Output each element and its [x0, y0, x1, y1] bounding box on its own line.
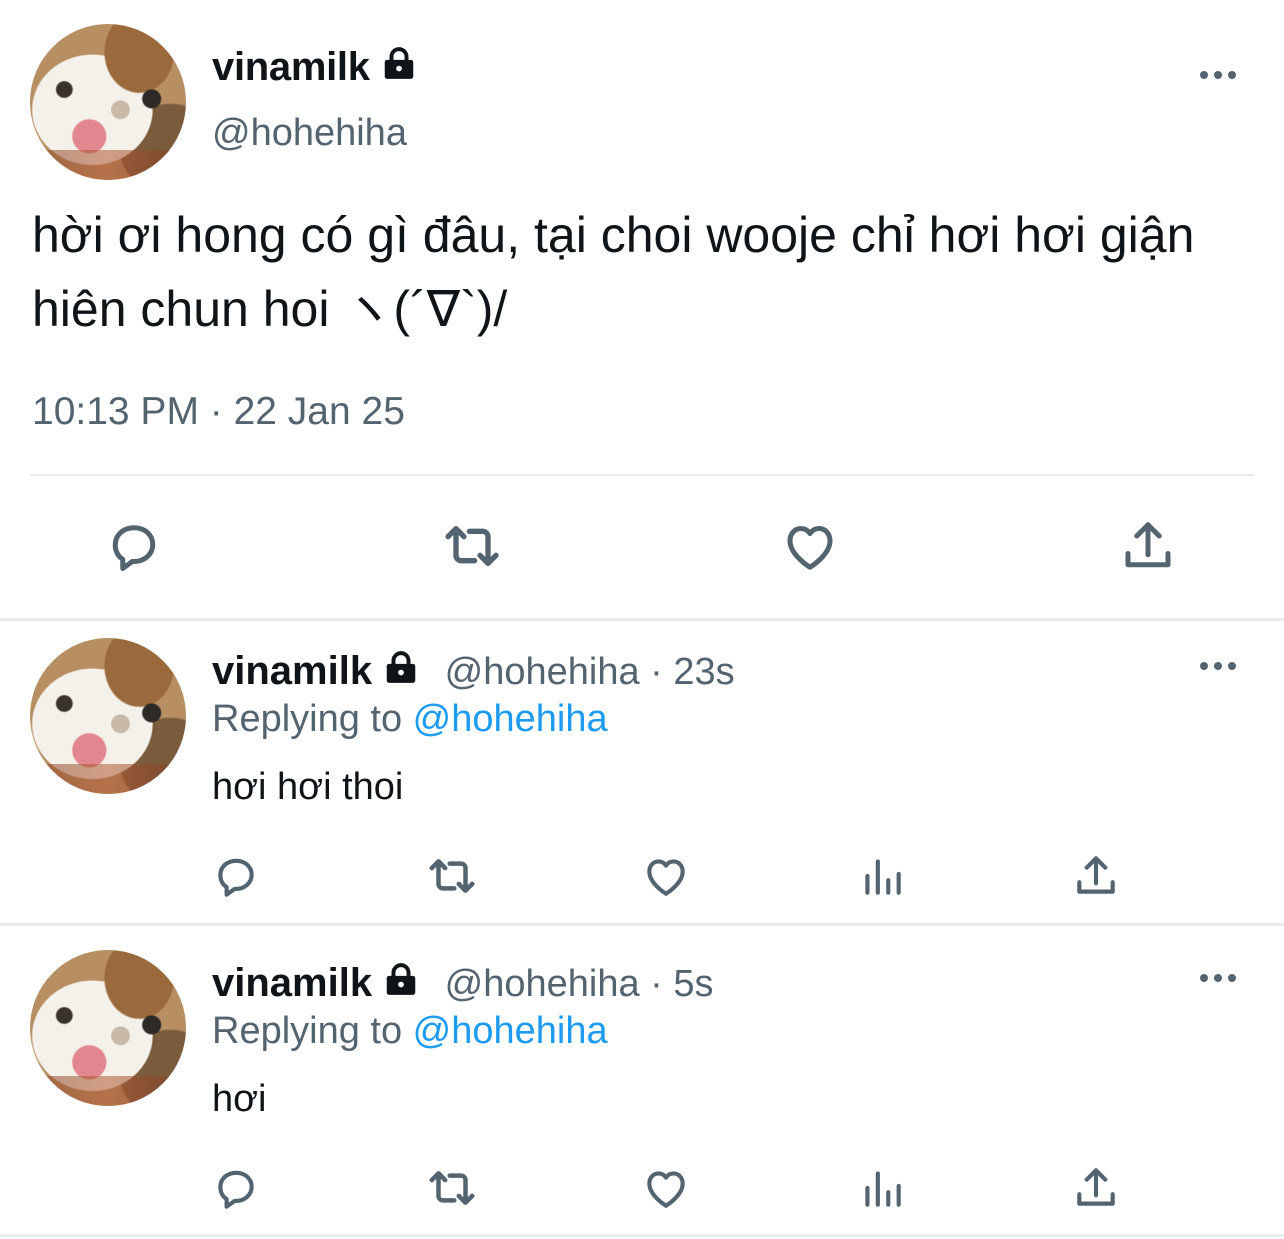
- lock-icon: [386, 651, 416, 683]
- display-name[interactable]: vinamilk: [212, 961, 372, 1005]
- mention-link[interactable]: @hohehiha: [413, 698, 608, 740]
- reply-text: hơi: [212, 1078, 267, 1120]
- retweet-icon: [445, 526, 499, 566]
- mention-link[interactable]: @hohehiha: [413, 1010, 608, 1052]
- replying-to: Replying to @hohehiha: [212, 1010, 608, 1053]
- more-options-icon[interactable]: [1200, 972, 1240, 984]
- separator: ·: [639, 651, 674, 693]
- like-icon: [647, 859, 685, 896]
- analytics-icon: [865, 859, 901, 895]
- reply-button[interactable]: [98, 510, 170, 582]
- reply-header: vinamilk @hohehiha · 5s: [212, 960, 714, 1006]
- reply-header: vinamilk @hohehiha · 23s: [212, 648, 735, 694]
- retweet-button[interactable]: [422, 846, 482, 906]
- lock-icon: [384, 47, 413, 79]
- like-icon: [647, 1171, 685, 1208]
- divider: [30, 474, 1254, 476]
- share-button[interactable]: [1066, 1158, 1126, 1218]
- author-handle[interactable]: @hohehiha: [212, 112, 407, 155]
- tweet-timestamp[interactable]: 10:13 PM · 22 Jan 25: [32, 390, 405, 434]
- replying-to: Replying to @hohehiha: [212, 698, 608, 741]
- display-name[interactable]: vinamilk: [212, 45, 370, 89]
- share-icon: [1125, 522, 1171, 568]
- more-options-icon[interactable]: [1200, 660, 1240, 672]
- replying-prefix: Replying to: [212, 1010, 413, 1052]
- reply-time[interactable]: 23s: [673, 651, 734, 693]
- reply-text: hơi hơi thoi: [212, 766, 404, 808]
- more-options-icon[interactable]: [1200, 69, 1240, 81]
- retweet-icon: [429, 1171, 475, 1205]
- avatar[interactable]: [30, 950, 186, 1106]
- reply-icon: [112, 525, 156, 571]
- analytics-icon: [865, 1171, 901, 1207]
- reply-time[interactable]: 5s: [673, 963, 713, 1005]
- divider: [0, 923, 1284, 926]
- share-button[interactable]: [1112, 510, 1184, 582]
- share-icon: [1077, 856, 1115, 894]
- tweet-text: hời ơi hong có gì đâu, tại choi wooje ch…: [32, 207, 1195, 337]
- divider: [0, 618, 1284, 621]
- like-button[interactable]: [636, 1158, 696, 1218]
- reply-icon: [218, 1170, 254, 1209]
- separator: ·: [639, 963, 674, 1005]
- lock-icon: [386, 963, 416, 995]
- reply-button[interactable]: [206, 1158, 266, 1218]
- share-button[interactable]: [1066, 846, 1126, 906]
- like-icon: [787, 526, 833, 570]
- like-button[interactable]: [774, 510, 846, 582]
- author-handle[interactable]: @hohehiha: [445, 651, 640, 693]
- author-name[interactable]: vinamilk: [212, 44, 418, 90]
- replying-prefix: Replying to: [212, 698, 413, 740]
- reply-button[interactable]: [206, 846, 266, 906]
- avatar[interactable]: [30, 638, 186, 794]
- analytics-button[interactable]: [852, 1158, 912, 1218]
- retweet-button[interactable]: [436, 510, 508, 582]
- like-button[interactable]: [636, 846, 696, 906]
- retweet-icon: [429, 859, 475, 893]
- share-icon: [1077, 1168, 1115, 1206]
- retweet-button[interactable]: [422, 1158, 482, 1218]
- analytics-button[interactable]: [852, 846, 912, 906]
- author-handle[interactable]: @hohehiha: [445, 963, 640, 1005]
- avatar[interactable]: [30, 24, 186, 180]
- divider: [0, 1234, 1284, 1237]
- display-name[interactable]: vinamilk: [212, 649, 372, 693]
- reply-icon: [218, 858, 254, 897]
